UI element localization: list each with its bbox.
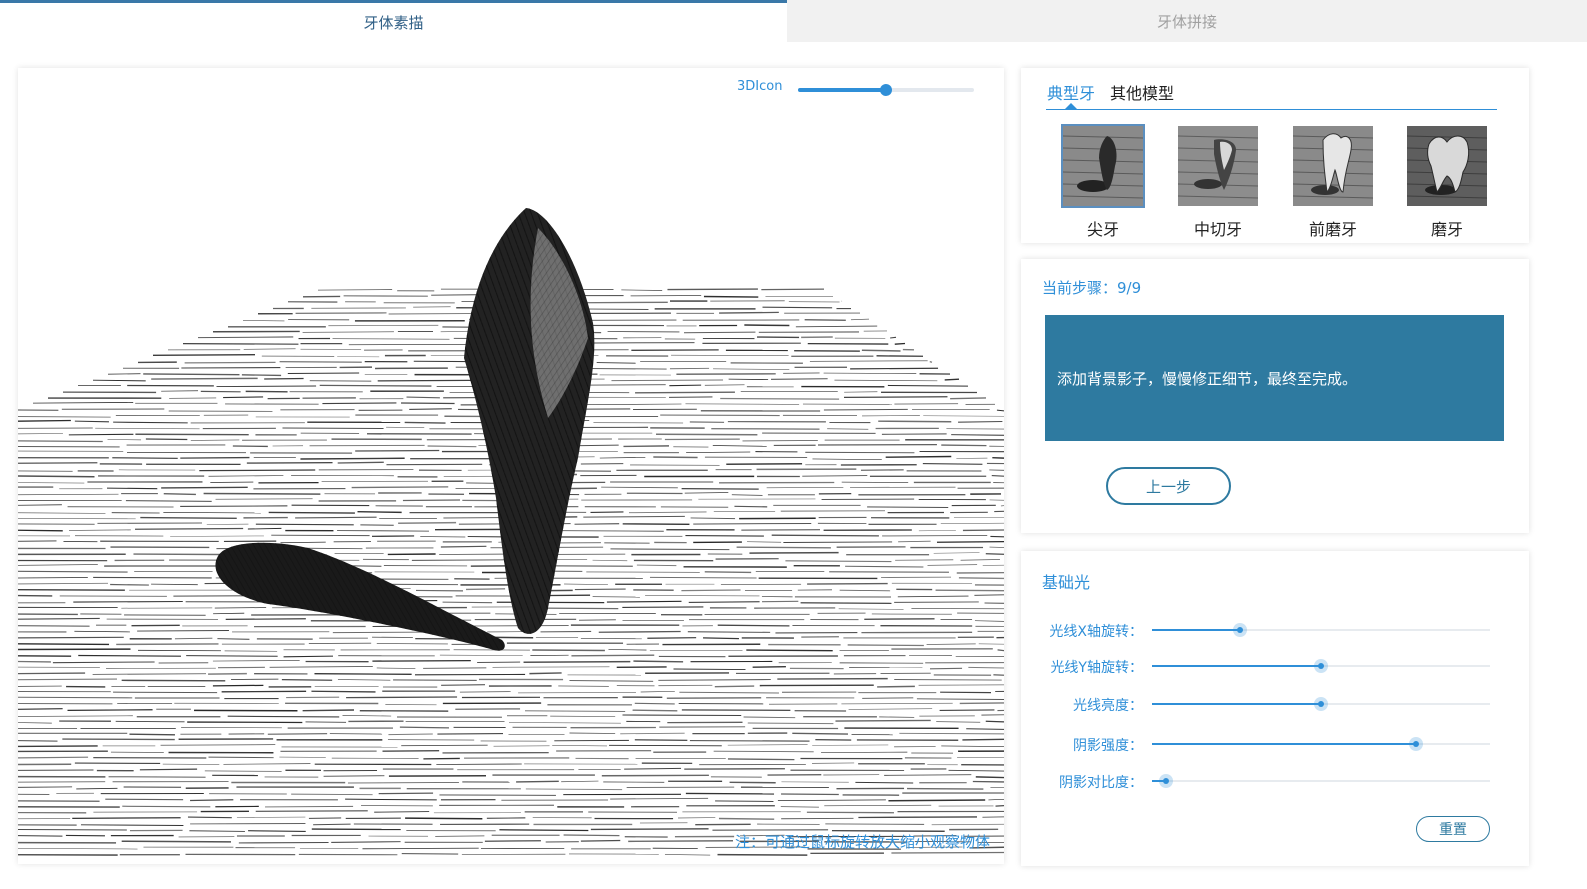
tab-other-models[interactable]: 其他模型 — [1110, 80, 1174, 104]
3d-icon-slider-thumb[interactable] — [880, 84, 892, 96]
tab-typical-tooth[interactable]: 典型牙 — [1047, 80, 1095, 104]
premolar-icon — [1291, 124, 1375, 208]
tooth-option-premolar[interactable]: 前磨牙 — [1291, 124, 1377, 240]
step-description: 添加背景影子，慢慢修正细节，最终至完成。 — [1057, 369, 1358, 388]
sketch-render[interactable] — [18, 68, 1004, 864]
step-description-box: 添加背景影子，慢慢修正细节，最终至完成。 — [1045, 315, 1504, 441]
shadow-contrast-slider[interactable] — [1152, 774, 1490, 788]
3d-icon-slider[interactable] — [798, 84, 974, 96]
lighting-panel: 基础光 光线X轴旋转： 光线Y轴旋转： 光线亮度： 阴影强度： 阴影对比度： 重… — [1021, 551, 1529, 866]
shadow-strength-label: 阴影强度： — [1073, 738, 1143, 754]
canine-tooth-icon — [1061, 124, 1145, 208]
reset-button[interactable]: 重置 — [1416, 816, 1490, 842]
active-tab-caret-icon — [1065, 103, 1077, 109]
tooth-name: 磨牙 — [1430, 220, 1463, 239]
tab-tooth-sketch[interactable]: 牙体素描 — [0, 0, 787, 42]
tooth-name: 前磨牙 — [1308, 220, 1357, 239]
slider-fill — [1152, 703, 1321, 705]
previous-step-button-label: 上一步 — [1145, 477, 1191, 496]
top-tab-bar: 牙体素描 牙体拼接 — [0, 0, 1587, 42]
shadow-contrast-row: 阴影对比度： — [1021, 769, 1529, 793]
slider-fill — [1152, 743, 1416, 745]
central-incisor-icon — [1176, 124, 1260, 208]
light-x-rotation-slider[interactable] — [1152, 623, 1490, 637]
slider-thumb[interactable] — [1314, 659, 1328, 673]
slider-thumb[interactable] — [1232, 623, 1247, 637]
current-step-label: 当前步骤：9/9 — [1042, 279, 1142, 297]
light-x-rotation-row: 光线X轴旋转： — [1021, 618, 1529, 642]
tab-tooth-sketch-label: 牙体素描 — [363, 14, 424, 32]
tooth-name: 中切牙 — [1193, 220, 1242, 239]
slider-fill — [1152, 629, 1240, 631]
shadow-contrast-label: 阴影对比度： — [1059, 775, 1143, 791]
light-brightness-label: 光线亮度： — [1073, 698, 1143, 714]
tooth-model-panel: 典型牙 其他模型 尖牙 中切牙 前磨牙 磨牙 — [1021, 68, 1529, 243]
viewport-hint: 注：可通过鼠标旋转放大缩小观察物体 — [734, 833, 990, 851]
light-brightness-row: 光线亮度： — [1021, 692, 1529, 716]
tooth-option-central-incisor[interactable]: 中切牙 — [1176, 124, 1262, 240]
light-y-rotation-label: 光线Y轴旋转： — [1050, 660, 1143, 676]
model-type-tabs: 典型牙 其他模型 — [1046, 80, 1497, 110]
steps-panel: 当前步骤：9/9 添加背景影子，慢慢修正细节，最终至完成。 上一步 — [1021, 259, 1529, 533]
light-y-rotation-slider[interactable] — [1152, 659, 1490, 673]
tab-tooth-splice-label: 牙体拼接 — [1156, 12, 1217, 31]
reset-button-label: 重置 — [1439, 822, 1467, 838]
shadow-strength-slider[interactable] — [1152, 737, 1490, 751]
tooth-shadow — [215, 542, 505, 651]
light-x-rotation-label: 光线X轴旋转： — [1049, 624, 1143, 640]
previous-step-button[interactable]: 上一步 — [1106, 467, 1231, 505]
lighting-title: 基础光 — [1042, 573, 1091, 592]
3d-viewport[interactable]: 3DIcon 注：可通过鼠标旋转放大缩小观察物体 — [18, 68, 1004, 864]
tab-tooth-splice[interactable]: 牙体拼接 — [787, 0, 1587, 42]
molar-icon — [1405, 124, 1489, 208]
slider-thumb[interactable] — [1314, 697, 1328, 711]
slider-thumb[interactable] — [1408, 737, 1423, 751]
light-brightness-slider[interactable] — [1152, 697, 1490, 711]
canine-tooth-model[interactable] — [464, 208, 595, 634]
tooth-name: 尖牙 — [1086, 220, 1119, 239]
light-y-rotation-row: 光线Y轴旋转： — [1021, 654, 1529, 678]
shadow-strength-row: 阴影强度： — [1021, 732, 1529, 756]
tooth-option-molar[interactable]: 磨牙 — [1405, 124, 1491, 240]
tooth-option-canine[interactable]: 尖牙 — [1061, 124, 1147, 240]
slider-thumb[interactable] — [1158, 774, 1173, 788]
3d-icon-slider-label: 3DIcon — [737, 79, 783, 94]
slider-fill — [1152, 665, 1321, 667]
3d-icon-slider-fill — [798, 88, 886, 92]
